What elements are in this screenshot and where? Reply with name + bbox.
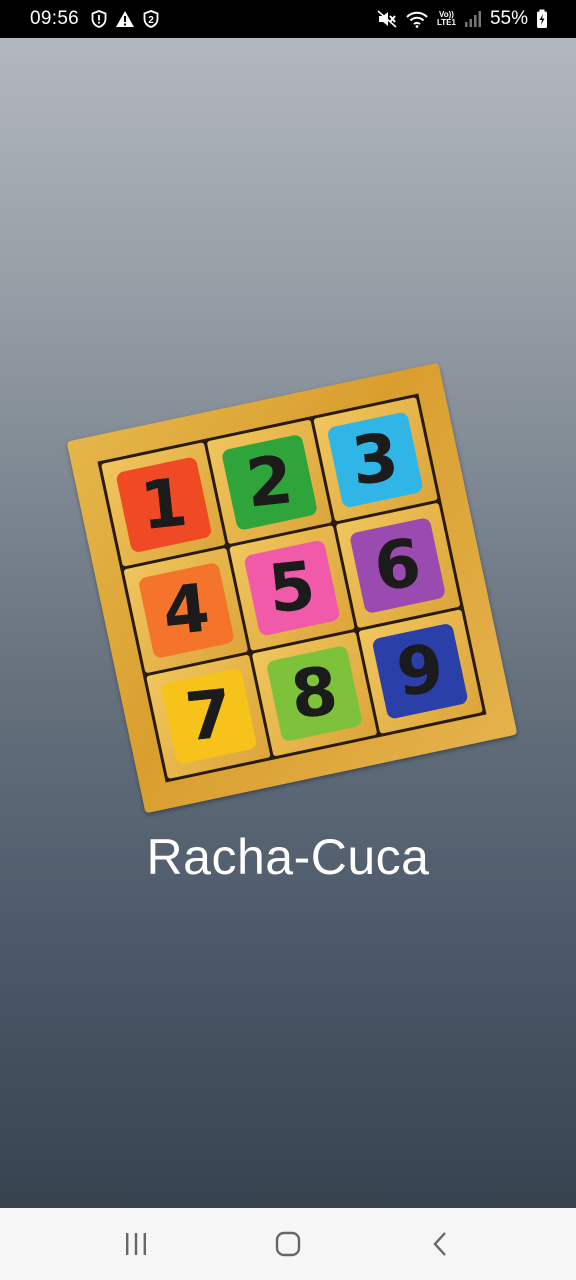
tile-number: 6 — [371, 524, 425, 606]
shield-alert-icon — [91, 10, 107, 28]
signal-icon — [464, 10, 482, 28]
home-icon — [275, 1231, 301, 1257]
tile-face: 4 — [137, 561, 235, 660]
mute-icon — [377, 10, 397, 28]
puzzle-tile: 4 — [123, 548, 249, 673]
warning-icon — [115, 10, 135, 28]
tile-number: 9 — [393, 630, 448, 712]
recent-apps-button[interactable] — [96, 1214, 176, 1274]
puzzle-tile: 3 — [312, 397, 438, 522]
tile-face: 1 — [114, 455, 213, 554]
tile-face: 3 — [326, 410, 425, 509]
recent-apps-icon — [126, 1233, 146, 1255]
wifi-icon — [405, 10, 429, 28]
tile-number: 1 — [136, 463, 191, 545]
tile-face: 2 — [220, 433, 319, 531]
tile-number: 2 — [242, 440, 297, 523]
status-bar: 09:56 2 Vo)) LTE1 55% — [0, 0, 576, 38]
lte-bottom-label: LTE1 — [437, 18, 456, 27]
status-time: 09:56 — [30, 8, 80, 29]
puzzle-logo: 1 2 3 4 5 6 7 8 9 — [66, 362, 518, 814]
puzzle-tile: 2 — [207, 419, 332, 545]
tile-face: 5 — [243, 539, 341, 637]
app-title: Racha-Cuca — [146, 829, 430, 885]
puzzle-tile: 5 — [229, 525, 355, 651]
puzzle-tile: 6 — [335, 503, 461, 628]
lte-indicator: Vo)) LTE1 — [437, 11, 456, 27]
tile-face: 9 — [371, 622, 470, 721]
tile-number: 7 — [181, 675, 236, 757]
status-right: Vo)) LTE1 55% — [377, 8, 548, 30]
puzzle-grid: 1 2 3 4 5 6 7 8 9 — [97, 393, 487, 783]
tile-face: 6 — [349, 516, 447, 615]
back-icon — [433, 1232, 446, 1256]
puzzle-tile: 7 — [146, 654, 272, 779]
puzzle-tile: 8 — [252, 631, 377, 757]
battery-charging-icon — [536, 9, 548, 29]
puzzle-tile: 9 — [358, 608, 483, 734]
svg-text:2: 2 — [148, 15, 154, 26]
back-button[interactable] — [400, 1214, 480, 1274]
navigation-bar — [0, 1208, 576, 1280]
tile-number: 4 — [159, 569, 213, 651]
tile-face: 8 — [265, 645, 364, 743]
puzzle-tile: 1 — [101, 442, 226, 568]
home-button[interactable] — [248, 1214, 328, 1274]
shield-2-icon: 2 — [143, 10, 159, 28]
splash-screen: 1 2 3 4 5 6 7 8 9 Racha-Cuca — [0, 38, 576, 1208]
battery-percent: 55% — [489, 8, 528, 29]
tile-number: 8 — [287, 652, 342, 735]
tile-number: 3 — [348, 418, 403, 500]
tile-face: 7 — [159, 667, 258, 766]
tile-number: 5 — [265, 546, 319, 629]
status-left: 09:56 2 — [30, 8, 159, 30]
